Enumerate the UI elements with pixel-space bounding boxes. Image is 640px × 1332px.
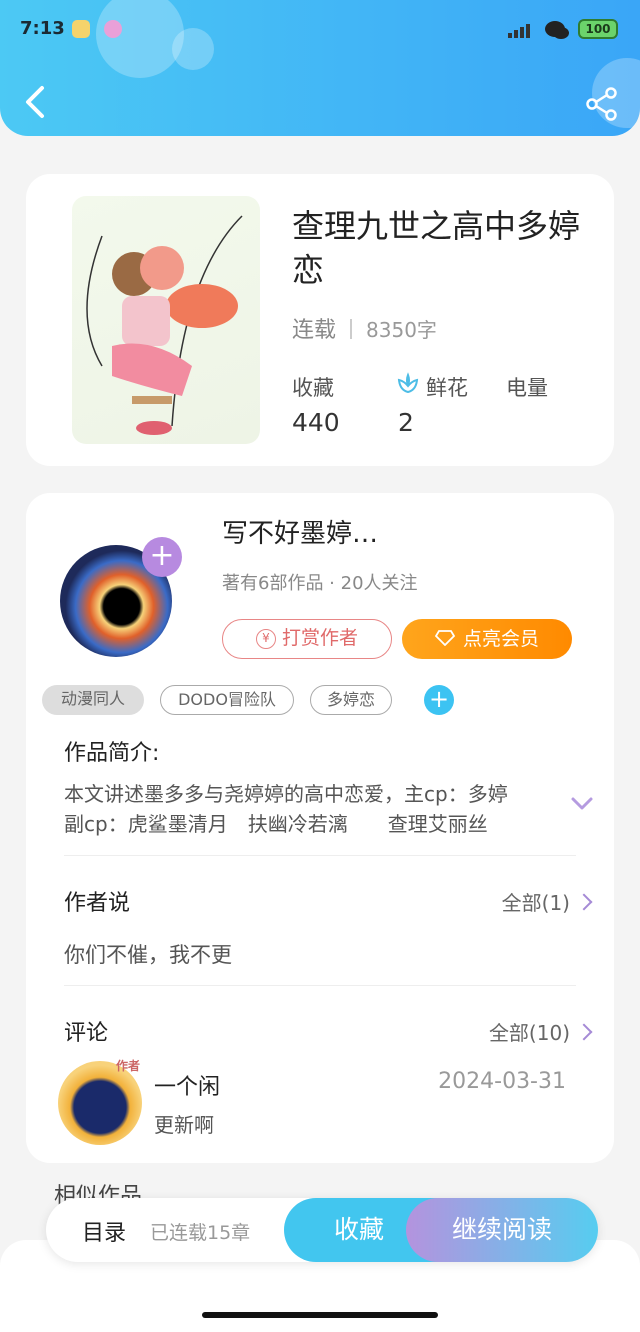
diamond-icon: [434, 630, 456, 647]
chapter-count: 已连载15章: [150, 1222, 251, 1244]
author-says-all-link[interactable]: 全部(1): [501, 887, 593, 916]
tip-author-button[interactable]: ¥ 打赏作者: [222, 619, 392, 659]
chevron-right-icon: [575, 1023, 593, 1041]
tag-item[interactable]: 多婷恋: [310, 685, 392, 715]
top-header: 7:13 100: [0, 0, 640, 136]
author-meta: 著有6部作品 · 20人关注: [222, 573, 418, 594]
comment-text: 更新啊: [154, 1113, 214, 1137]
intro-line: 副cp：虎鲨墨清月 扶幽冷若漓 查理艾丽丝: [64, 812, 488, 836]
stat-label-collect: 收藏: [292, 376, 334, 400]
status-bar: 7:13 100: [0, 14, 640, 44]
stat-value-collect: 440: [292, 408, 340, 437]
book-info-card: 查理九世之高中多婷恋 连载 8350字 收藏 440 鲜花 2 电量: [26, 174, 614, 466]
tag-item[interactable]: 动漫同人: [42, 685, 144, 715]
app-notification-icon: [104, 20, 122, 38]
author-says-title: 作者说: [64, 891, 131, 916]
battery-indicator: 100: [578, 19, 618, 39]
toc-button[interactable]: 目录: [82, 1215, 126, 1247]
author-badge: 作者: [115, 1059, 140, 1073]
book-word-count: 8350字: [366, 318, 437, 342]
add-tag-button[interactable]: +: [424, 685, 454, 715]
chevron-right-icon: [575, 893, 593, 911]
author-detail-card: + 写不好墨婷… 著有6部作品 · 20人关注 ¥ 打赏作者 点亮会员 动漫同人 …: [26, 493, 614, 1163]
status-time: 7:13: [20, 18, 65, 39]
tag-item[interactable]: DODO冒险队: [160, 685, 294, 715]
intro-title: 作品简介:: [64, 741, 160, 766]
yen-icon: ¥: [255, 629, 276, 649]
divider: [64, 985, 576, 986]
continue-reading-label: 继续阅读: [451, 1215, 552, 1244]
book-cover[interactable]: [72, 196, 260, 444]
author-says-all-label: 全部(1): [501, 891, 570, 915]
share-icon[interactable]: [584, 86, 620, 122]
stat-value-flower: 2: [398, 408, 414, 437]
author-name[interactable]: 写不好墨婷…: [222, 513, 378, 550]
flower-icon: [397, 372, 419, 394]
stat-label-power: 电量: [506, 376, 548, 400]
comments-all-label: 全部(10): [488, 1021, 570, 1045]
book-title: 查理九世之高中多婷恋: [292, 207, 581, 289]
cover-illustration: [86, 215, 243, 435]
vip-label: 点亮会员: [462, 628, 539, 650]
divider: [64, 855, 576, 856]
commenter-name[interactable]: 一个闲: [154, 1069, 220, 1101]
comments-all-link[interactable]: 全部(10): [488, 1017, 593, 1046]
home-indicator[interactable]: [202, 1312, 438, 1318]
book-status: 连载: [292, 318, 337, 343]
stat-label-flower: 鲜花: [426, 376, 468, 400]
intro-line: 本文讲述墨多多与尧婷婷的高中恋爱，主cp：多婷: [64, 782, 508, 806]
divider: [350, 319, 353, 339]
signal-icon: [508, 24, 530, 38]
chevron-down-icon[interactable]: [568, 793, 596, 813]
tip-author-label: 打赏作者: [281, 627, 358, 649]
continue-reading-button[interactable]: 继续阅读: [406, 1198, 598, 1262]
back-arrow-icon[interactable]: [18, 82, 54, 122]
comment-date: 2024-03-31: [438, 1069, 566, 1094]
comments-title: 评论: [64, 1021, 109, 1046]
follow-author-button[interactable]: +: [142, 537, 182, 577]
book-meta: 连载 8350字: [292, 312, 437, 344]
author-says-text: 你们不催，我不更: [64, 943, 232, 967]
commenter-avatar[interactable]: 作者: [58, 1059, 142, 1145]
wechat-icon: [545, 21, 569, 39]
app-notification-icon: [72, 20, 90, 38]
intro-text: 本文讲述墨多多与尧婷婷的高中恋爱，主cp：多婷 副cp：虎鲨墨清月 扶幽冷若漓 …: [64, 779, 554, 839]
bottom-action-bar: 目录 已连载15章 收藏 继续阅读: [46, 1198, 598, 1262]
collect-label: 收藏: [333, 1215, 384, 1244]
vip-button[interactable]: 点亮会员: [402, 619, 572, 659]
